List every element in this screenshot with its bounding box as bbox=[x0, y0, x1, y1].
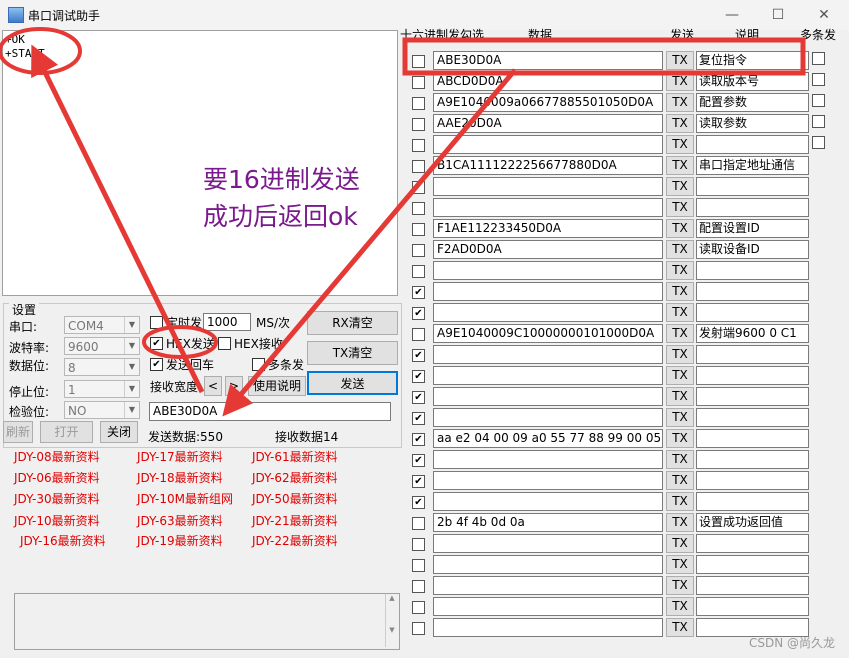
annotation-rect-reset bbox=[402, 37, 806, 76]
watermark: CSDN @尚久龙 bbox=[748, 636, 835, 650]
annotation-arrow-to-ok bbox=[31, 44, 205, 394]
annotation-overlay bbox=[0, 27, 806, 417]
annotation-arrow-to-input bbox=[222, 68, 517, 417]
annotation-text-line2: 成功后返回ok bbox=[203, 202, 358, 231]
annotation-text-line1: 要16进制发送 bbox=[203, 165, 360, 194]
